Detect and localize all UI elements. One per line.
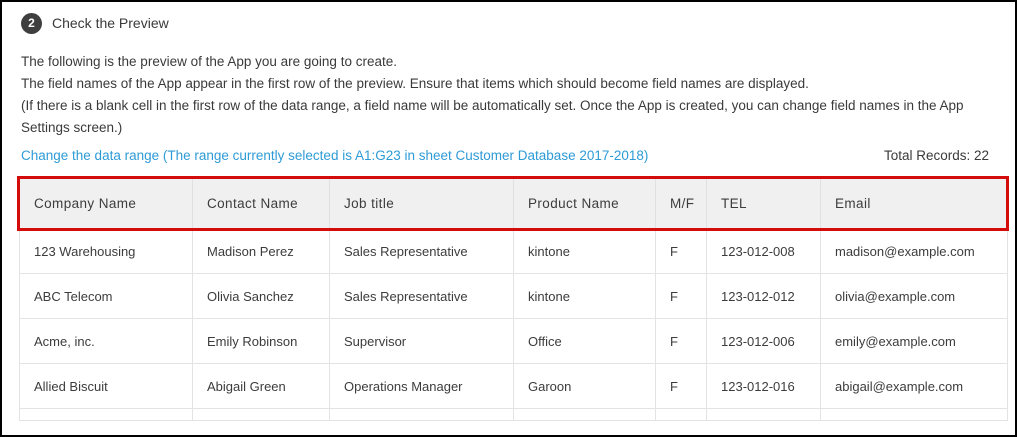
step-title: Check the Preview	[52, 15, 169, 31]
table-cell: kintone	[514, 274, 656, 319]
table-row: Allied BiscuitAbigail GreenOperations Ma…	[20, 364, 1008, 409]
table-row-partial	[20, 409, 1008, 421]
table-cell: F	[656, 274, 707, 319]
total-records-label: Total Records: 22	[884, 148, 989, 163]
column-header-product-name: Product Name	[514, 179, 656, 229]
table-cell: Madison Perez	[193, 229, 330, 274]
table-cell: Abigail Green	[193, 364, 330, 409]
table-cell: Sales Representative	[330, 229, 514, 274]
column-header-job-title: Job title	[330, 179, 514, 229]
table-cell: Operations Manager	[330, 364, 514, 409]
table-cell: Allied Biscuit	[20, 364, 193, 409]
column-header-mf: M/F	[656, 179, 707, 229]
table-cell	[193, 409, 330, 421]
table-row: Acme, inc.Emily RobinsonSupervisorOffice…	[20, 319, 1008, 364]
table-cell: Sales Representative	[330, 274, 514, 319]
table-cell: 123-012-012	[707, 274, 821, 319]
table-cell	[707, 409, 821, 421]
table-cell: F	[656, 319, 707, 364]
table-cell: Acme, inc.	[20, 319, 193, 364]
table-cell: Supervisor	[330, 319, 514, 364]
change-data-range-link[interactable]: Change the data range (The range current…	[21, 148, 648, 163]
preview-table-container: Company Name Contact Name Job title Prod…	[19, 178, 1010, 421]
table-cell	[20, 409, 193, 421]
table-cell	[330, 409, 514, 421]
table-cell: Olivia Sanchez	[193, 274, 330, 319]
table-cell: Emily Robinson	[193, 319, 330, 364]
table-cell: F	[656, 229, 707, 274]
step-header: 2 Check the Preview	[21, 12, 1015, 34]
column-header-company-name: Company Name	[20, 179, 193, 229]
table-cell: 123-012-008	[707, 229, 821, 274]
table-cell	[656, 409, 707, 421]
column-header-email: Email	[821, 179, 1008, 229]
table-cell: ABC Telecom	[20, 274, 193, 319]
table-cell: kintone	[514, 229, 656, 274]
table-header-row: Company Name Contact Name Job title Prod…	[20, 179, 1008, 229]
preview-table: Company Name Contact Name Job title Prod…	[19, 178, 1008, 421]
table-cell: Office	[514, 319, 656, 364]
table-cell: 123 Warehousing	[20, 229, 193, 274]
description-block: The following is the preview of the App …	[21, 51, 1003, 139]
table-row: ABC TelecomOlivia SanchezSales Represent…	[20, 274, 1008, 319]
table-cell	[821, 409, 1008, 421]
table-cell: olivia@example.com	[821, 274, 1008, 319]
description-line-3: (If there is a blank cell in the first r…	[21, 95, 1003, 139]
table-cell: 123-012-016	[707, 364, 821, 409]
column-header-contact-name: Contact Name	[193, 179, 330, 229]
table-row: 123 WarehousingMadison PerezSales Repres…	[20, 229, 1008, 274]
description-line-2: The field names of the App appear in the…	[21, 73, 1003, 95]
table-body: 123 WarehousingMadison PerezSales Repres…	[20, 229, 1008, 421]
column-header-tel: TEL	[707, 179, 821, 229]
table-cell: 123-012-006	[707, 319, 821, 364]
table-cell: emily@example.com	[821, 319, 1008, 364]
step-number-badge: 2	[21, 13, 42, 34]
range-row: Change the data range (The range current…	[21, 148, 989, 163]
table-cell: madison@example.com	[821, 229, 1008, 274]
table-cell: abigail@example.com	[821, 364, 1008, 409]
app-preview-screen: 2 Check the Preview The following is the…	[0, 0, 1017, 437]
description-line-1: The following is the preview of the App …	[21, 51, 1003, 73]
table-cell: F	[656, 364, 707, 409]
table-cell	[514, 409, 656, 421]
table-cell: Garoon	[514, 364, 656, 409]
